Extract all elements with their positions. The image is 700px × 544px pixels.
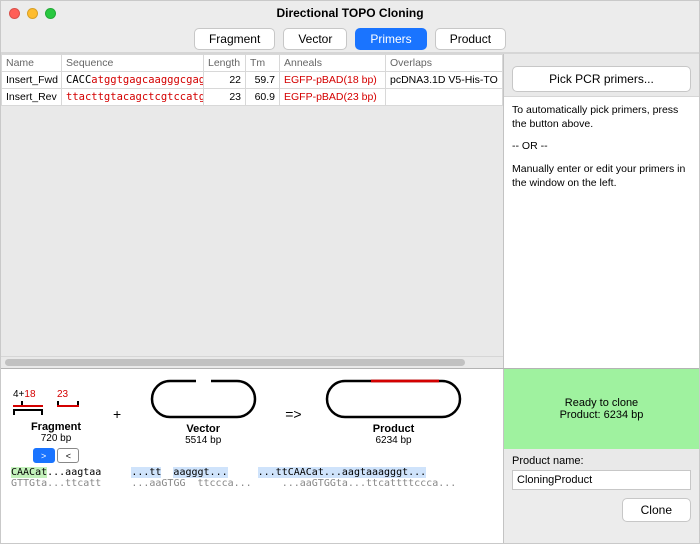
tab-vector[interactable]: Vector (283, 28, 347, 50)
table-header-row: Name Sequence Length Tm Anneals Overlaps (2, 55, 503, 72)
plus-operator: + (105, 406, 129, 422)
col-tm[interactable]: Tm (246, 55, 280, 72)
main-area: Name Sequence Length Tm Anneals Overlaps… (1, 53, 699, 368)
cell-tm: 60.9 (246, 89, 280, 106)
primer-table: Name Sequence Length Tm Anneals Overlaps… (1, 54, 503, 106)
product-bp: 6234 bp (314, 435, 474, 446)
titlebar: Directional TOPO Cloning (1, 1, 699, 25)
reaction-diagram: 4+18 23 Fragment 720 bp > (1, 369, 504, 543)
pick-primers-button[interactable]: Pick PCR primers... (512, 66, 691, 92)
reaction-summary: 4+18 23 Fragment 720 bp > (1, 368, 699, 543)
product-label: Product (314, 423, 474, 435)
tab-product[interactable]: Product (435, 28, 506, 50)
orientation-forward-button[interactable]: > (33, 448, 55, 463)
product-map-icon (321, 375, 466, 423)
product-name-label: Product name: (504, 449, 699, 470)
col-overlaps[interactable]: Overlaps (386, 55, 503, 72)
fragment-bp: 720 bp (11, 433, 101, 444)
primer-diagram-icon: 4+18 23 (11, 389, 89, 421)
cell-sequence: ttacttgtacagctcgtccatgc (62, 89, 204, 106)
close-icon[interactable] (9, 8, 20, 19)
ready-status: Ready to clone Product: 6234 bp (504, 369, 699, 449)
table-row[interactable]: Insert_Fwd CACCatggtgagcaagggcgag 22 59.… (2, 72, 503, 89)
cell-anneals: EGFP-pBAD(18 bp) (280, 72, 386, 89)
vector-bp: 5514 bp (133, 435, 273, 446)
instructions-text: To automatically pick primers, press the… (504, 96, 699, 368)
vector-map-icon (146, 375, 261, 423)
cell-tm: 59.7 (246, 72, 280, 89)
window-controls (9, 8, 56, 19)
window-title: Directional TOPO Cloning (1, 6, 699, 20)
table-row[interactable]: Insert_Rev ttacttgtacagctcgtccatgc 23 60… (2, 89, 503, 106)
cell-name: Insert_Fwd (2, 72, 62, 89)
col-name[interactable]: Name (2, 55, 62, 72)
cell-length: 23 (204, 89, 246, 106)
fullscreen-icon[interactable] (45, 8, 56, 19)
product-panel: Ready to clone Product: 6234 bp Product … (504, 369, 699, 543)
view-tabs: Fragment Vector Primers Product (1, 25, 699, 53)
col-length[interactable]: Length (204, 55, 246, 72)
fragment-label: Fragment (11, 421, 101, 433)
clone-button[interactable]: Clone (622, 498, 691, 522)
primer-table-panel: Name Sequence Length Tm Anneals Overlaps… (1, 54, 504, 368)
col-anneals[interactable]: Anneals (280, 55, 386, 72)
cell-name: Insert_Rev (2, 89, 62, 106)
cell-anneals: EGFP-pBAD(23 bp) (280, 89, 386, 106)
cell-overlaps (386, 89, 503, 106)
cell-overlaps: pcDNA3.1D V5-His-TO (386, 72, 503, 89)
minimize-icon[interactable] (27, 8, 38, 19)
tab-primers[interactable]: Primers (355, 28, 426, 50)
product-name-input[interactable] (512, 470, 691, 490)
sequence-bands: CAACat...aagtaa ...tt aagggt... ...ttCAA… (11, 467, 493, 489)
arrow-operator: => (277, 406, 309, 422)
vector-label: Vector (133, 423, 273, 435)
tab-fragment[interactable]: Fragment (194, 28, 275, 50)
cell-sequence: CACCatggtgagcaagggcgag (62, 72, 204, 89)
orientation-reverse-button[interactable]: < (57, 448, 79, 463)
app-window: Directional TOPO Cloning Fragment Vector… (0, 0, 700, 544)
primer-table-scroll[interactable]: Name Sequence Length Tm Anneals Overlaps… (1, 54, 503, 368)
cell-length: 22 (204, 72, 246, 89)
col-sequence[interactable]: Sequence (62, 55, 204, 72)
h-scrollbar[interactable] (1, 356, 503, 368)
side-panel: Pick PCR primers... To automatically pic… (504, 54, 699, 368)
